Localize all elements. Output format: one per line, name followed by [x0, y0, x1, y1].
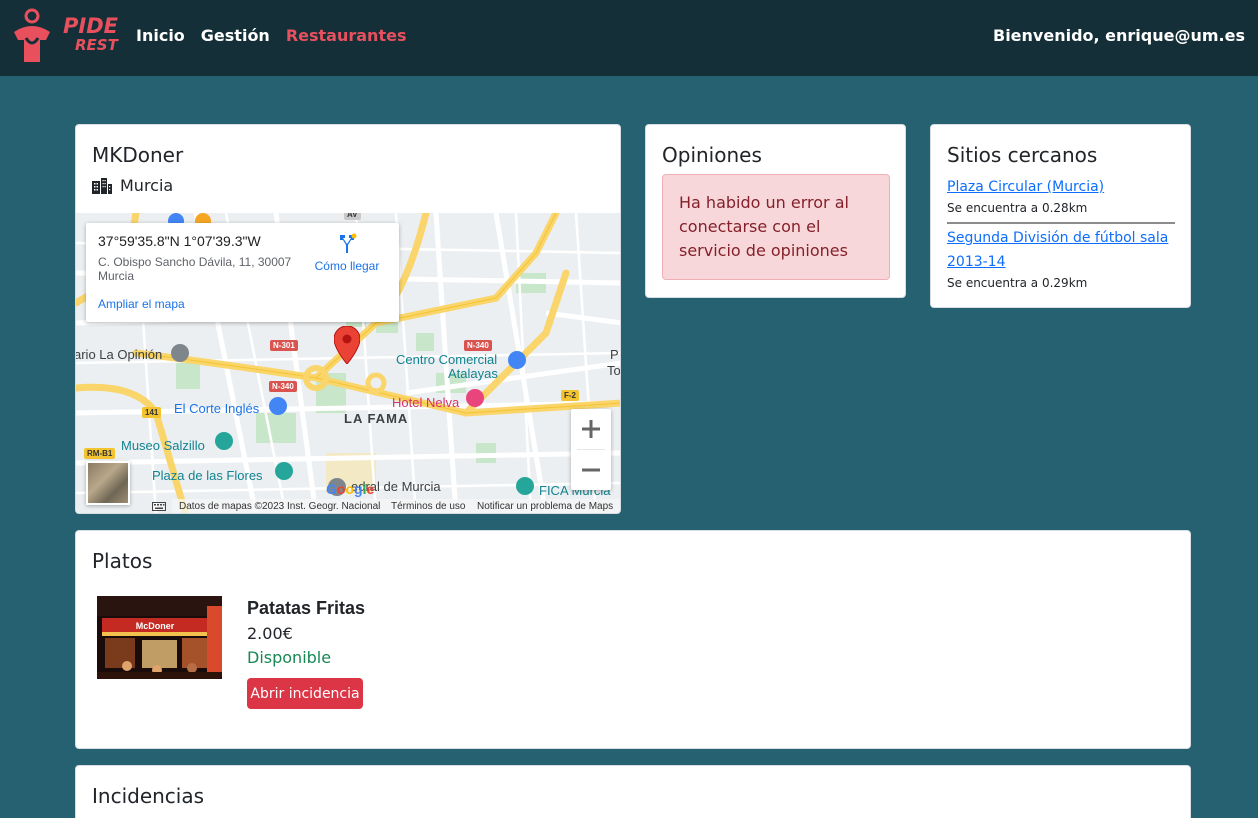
- restaurant-card: MKDoner Murcia N-301 N-340 N-340 F-2 141…: [75, 124, 621, 514]
- map-address-line2: Murcia: [98, 268, 135, 283]
- road-av: AV: [344, 213, 361, 220]
- nearby-list: Plaza Circular (Murcia) Se encuentra a 0…: [947, 175, 1175, 294]
- list-item: Segunda División de fútbol sala 2013-14 …: [947, 222, 1175, 294]
- nav-gestion[interactable]: Gestión: [201, 26, 270, 45]
- directions-icon: [340, 233, 357, 253]
- attribution-report[interactable]: Notificar un problema de Maps: [477, 501, 613, 512]
- map-attribution: Datos de mapas ©2023 Inst. Geogr. Nacion…: [76, 499, 620, 513]
- map-coords: 37°59'35.8"N 1°07'39.3"W: [98, 233, 261, 249]
- opinions-error-alert: Ha habido un error al conectarse con el …: [662, 174, 890, 280]
- road-141: 141: [142, 407, 162, 418]
- map-label-la-fama: LA FAMA: [344, 411, 409, 426]
- nearby-title: Sitios cercanos: [947, 143, 1098, 167]
- nearby-distance: Se encuentra a 0.28km: [947, 201, 1088, 215]
- opinions-card: Opiniones Ha habido un error al conectar…: [645, 124, 906, 298]
- map-label-centro-comercial: Centro Comercial: [396, 352, 498, 367]
- nearby-link[interactable]: Plaza Circular (Murcia): [947, 175, 1175, 199]
- city-row: Murcia: [92, 176, 173, 195]
- zoom-out-button[interactable]: [571, 450, 611, 490]
- restaurant-name: MKDoner: [92, 143, 184, 167]
- incidents-title: Incidencias: [92, 784, 205, 808]
- nav-inicio[interactable]: Inicio: [136, 26, 185, 45]
- nearby-card: Sitios cercanos Plaza Circular (Murcia) …: [930, 124, 1191, 308]
- map-label-museo: Museo Salzillo: [121, 438, 205, 453]
- map-enlarge-link[interactable]: Ampliar el mapa: [98, 297, 185, 311]
- dish-status: Disponible: [247, 648, 332, 667]
- road-f2: F-2: [561, 390, 579, 401]
- nearby-distance: Se encuentra a 0.29km: [947, 276, 1088, 290]
- nav-links: Inicio Gestión Restaurantes: [136, 26, 406, 45]
- attribution-terms[interactable]: Términos de uso: [391, 501, 465, 512]
- dish-name: Patatas Fritas: [247, 598, 366, 618]
- nearby-link[interactable]: Segunda División de fútbol sala 2013-14: [947, 226, 1175, 274]
- zoom-in-button[interactable]: [571, 409, 611, 449]
- brand-logo[interactable]: PIDE REST: [10, 8, 118, 66]
- map-label-hotel: Hotel Nelva: [392, 395, 460, 410]
- welcome-text: Bienvenido, enrique@um.es: [993, 26, 1245, 45]
- road-n301: N-301: [270, 340, 298, 351]
- minus-icon: [582, 468, 600, 472]
- attribution-data: Datos de mapas ©2023 Inst. Geogr. Nacion…: [179, 501, 381, 512]
- city-name: Murcia: [120, 176, 174, 195]
- brand-text: PIDE REST: [63, 16, 118, 53]
- list-item: Plaza Circular (Murcia) Se encuentra a 0…: [947, 175, 1175, 219]
- brand-line2: REST: [75, 36, 118, 54]
- map-label-opinion: ario La Opinión: [76, 347, 163, 362]
- dish-price: 2.00€: [247, 624, 293, 643]
- brand-pin-icon: [14, 8, 50, 62]
- map-label-edge-t: To: [607, 363, 621, 378]
- map[interactable]: N-301 N-340 N-340 F-2 141 RM-B1 AV ario …: [76, 213, 621, 513]
- dish-photo: McDoner: [97, 596, 222, 679]
- navbar: PIDE REST Inicio Gestión Restaurantes Bi…: [0, 0, 1258, 76]
- brand-line1: PIDE: [63, 14, 118, 38]
- map-address-line1: C. Obispo Sancho Dávila, 11, 30007: [98, 255, 292, 269]
- map-label-plaza: Plaza de las Flores: [152, 468, 263, 483]
- map-label-edge-p: P: [610, 347, 619, 362]
- map-label-corte-ingles: El Corte Inglés: [174, 401, 260, 416]
- map-zoom-control: [571, 409, 611, 490]
- map-pin-icon[interactable]: [334, 326, 360, 364]
- dishes-title: Platos: [92, 549, 153, 573]
- dish-photo-sign: McDoner: [136, 621, 175, 631]
- road-rmb1: RM-B1: [84, 448, 116, 459]
- opinions-title: Opiniones: [662, 143, 762, 167]
- dish-image: McDoner: [97, 596, 222, 679]
- map-address: C. Obispo Sancho Dávila, 11, 30007 Murci…: [98, 255, 298, 284]
- nav-restaurantes[interactable]: Restaurantes: [286, 26, 407, 45]
- directions-label: Cómo llegar: [314, 259, 380, 273]
- google-logo[interactable]: Google: [326, 481, 374, 497]
- map-directions[interactable]: Cómo llegar: [312, 233, 382, 273]
- buildings-icon: [92, 177, 112, 194]
- dishes-card: Platos McDoner Patatas Fritas 2.00€ Disp…: [75, 530, 1191, 749]
- road-n340-west: N-340: [269, 381, 297, 392]
- road-n340-east: N-340: [464, 340, 492, 351]
- incidents-card: Incidencias: [75, 765, 1191, 818]
- map-info-box: 37°59'35.8"N 1°07'39.3"W C. Obispo Sanch…: [86, 223, 399, 322]
- keyboard-icon[interactable]: [152, 502, 166, 511]
- map-label-atalayas: Atalayas: [448, 366, 498, 381]
- plus-icon: [582, 420, 600, 438]
- open-incident-button[interactable]: Abrir incidencia: [247, 678, 363, 709]
